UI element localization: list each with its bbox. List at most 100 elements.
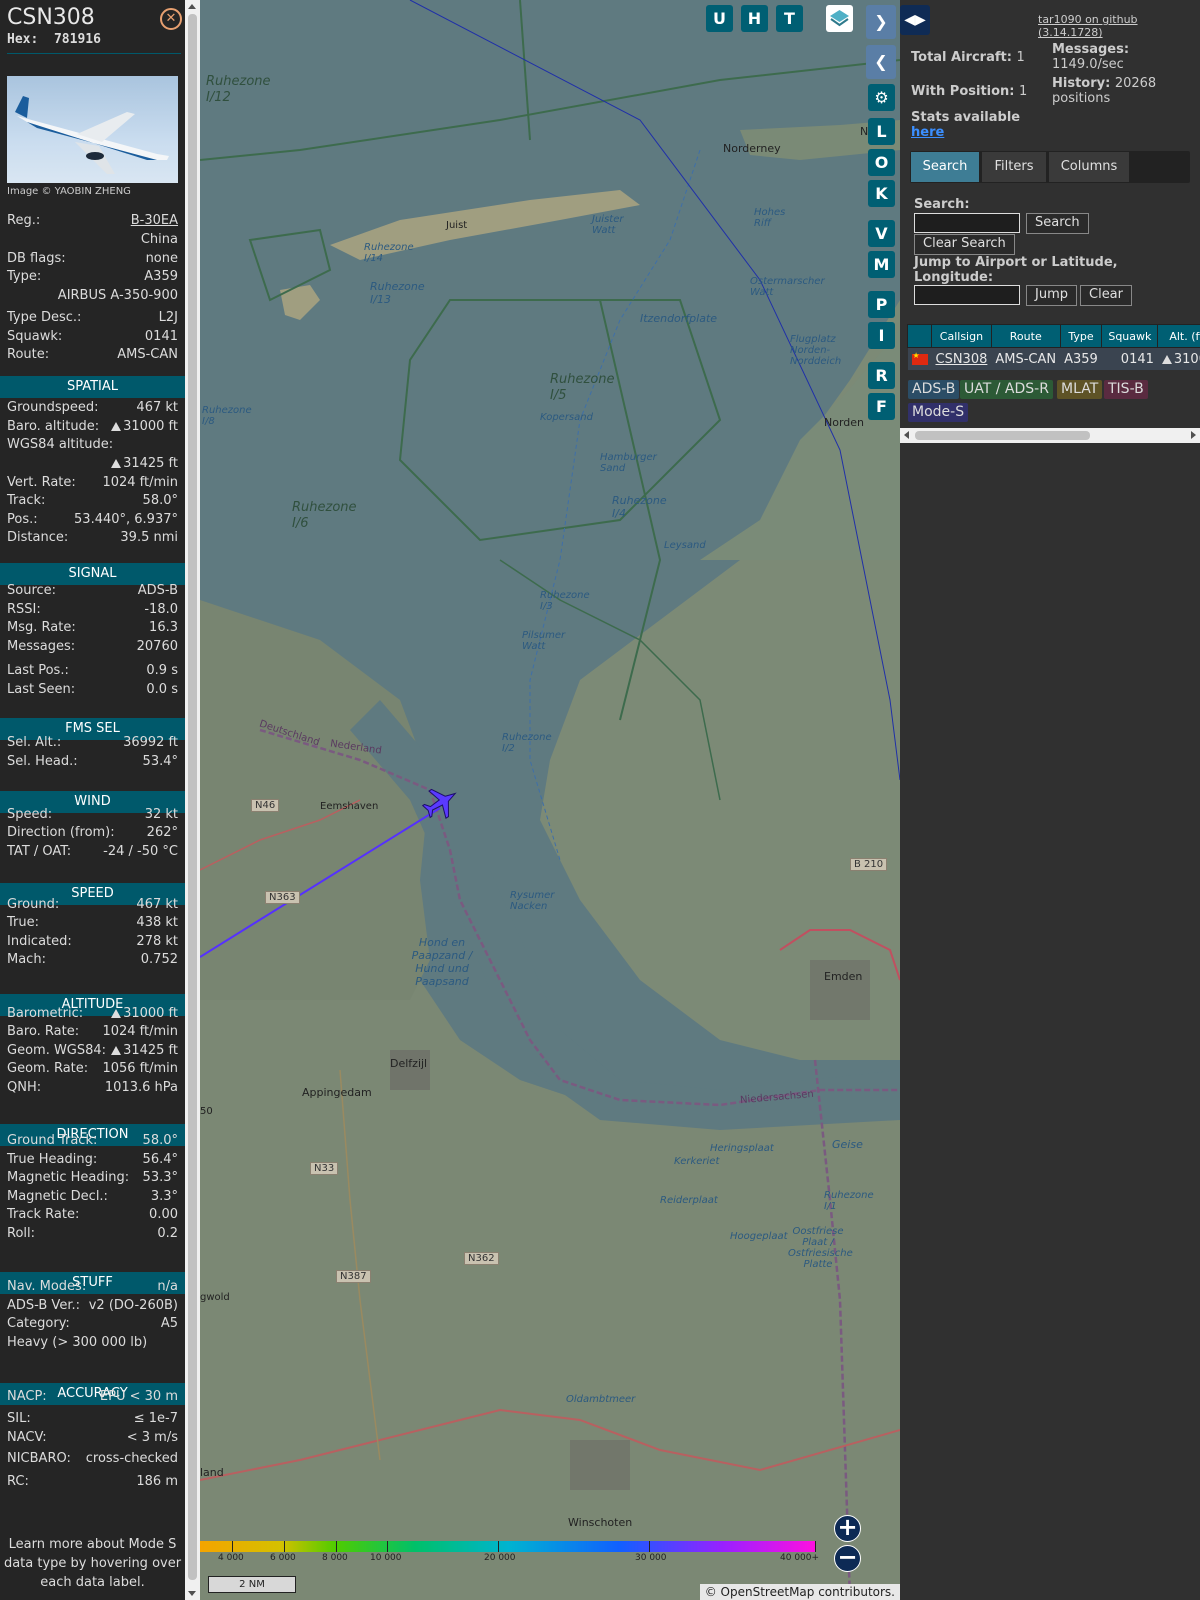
scroll-left-icon[interactable] [904, 431, 909, 439]
column-callsign[interactable]: Callsign [931, 324, 992, 348]
info-row-label[interactable]: Vert. Rate: [7, 475, 76, 490]
info-panel-scrollbar[interactable] [185, 0, 200, 1600]
info-row-label[interactable]: Msg. Rate: [7, 620, 76, 635]
map-view[interactable]: Ruhezone I/12 Ruhezone I/5 Ruhezone I/6 … [200, 0, 900, 1600]
map-button-p[interactable]: P [868, 291, 895, 318]
map-button-u[interactable]: U [706, 5, 733, 32]
info-row-label[interactable]: Heavy (> 300 000 lb) [7, 1335, 147, 1350]
info-row-label[interactable]: True: [7, 915, 39, 930]
aircraft-photo[interactable] [7, 76, 178, 183]
info-row-label[interactable]: SIL: [7, 1411, 31, 1426]
info-row-label[interactable]: Ground: [7, 897, 59, 912]
map-button-i[interactable]: I [868, 322, 895, 349]
tab-filters[interactable]: Filters [982, 152, 1046, 182]
map-button-r[interactable]: R [868, 362, 895, 389]
github-link[interactable]: tar1090 on github (3.14.1728) [1038, 13, 1200, 39]
info-row-label[interactable]: Category: [7, 1316, 70, 1331]
info-row-label[interactable]: Roll: [7, 1226, 35, 1241]
settings-gear-icon[interactable]: ⚙ [868, 84, 895, 111]
info-row-label[interactable]: Geom. Rate: [7, 1061, 88, 1076]
info-row-label[interactable]: NACV: [7, 1430, 47, 1445]
column-flag[interactable] [907, 324, 932, 348]
info-row-label[interactable]: Reg.: [7, 213, 40, 228]
info-row-label[interactable]: Sel. Head.: [7, 754, 78, 769]
info-row-label[interactable]: Last Pos.: [7, 663, 69, 678]
info-row-label[interactable]: RC: [7, 1474, 29, 1489]
info-row-label[interactable]: Mach: [7, 952, 46, 967]
info-row: China [7, 232, 178, 250]
column-type[interactable]: Type [1059, 324, 1103, 348]
scrollbar-thumb[interactable] [188, 14, 197, 1580]
info-row-label[interactable]: Speed: [7, 807, 52, 822]
info-row-value[interactable]: B-30EA [131, 213, 178, 228]
info-row-label[interactable]: Route: [7, 347, 49, 362]
scroll-right-icon[interactable] [1191, 431, 1196, 439]
map-button-o[interactable]: O [868, 149, 895, 176]
zoom-out-icon[interactable]: − [834, 1545, 861, 1572]
info-row-label[interactable]: NACP: [7, 1389, 47, 1404]
info-row-label[interactable]: Direction (from): [7, 825, 115, 840]
info-row-label[interactable]: Messages: [7, 639, 75, 654]
info-row-label[interactable]: Pos.: [7, 512, 38, 527]
column-altitude[interactable]: Alt. (ft) [1157, 324, 1200, 348]
row-callsign[interactable]: CSN308 [931, 347, 992, 370]
info-row-label[interactable]: ADS-B Ver.: [7, 1298, 80, 1313]
map-attribution[interactable]: © OpenStreetMap contributors. [699, 1584, 900, 1600]
info-row-label[interactable]: Source: [7, 583, 56, 598]
info-row-label[interactable]: Baro. Rate: [7, 1024, 79, 1039]
scrollbar-thumb[interactable] [915, 431, 1090, 440]
info-row-label[interactable]: Ground Track: [7, 1133, 97, 1148]
info-row-label[interactable]: Groundspeed: [7, 400, 98, 415]
collapse-panel-icon[interactable]: ❮ [866, 45, 896, 79]
layers-icon[interactable] [826, 5, 853, 32]
table-horizontal-scrollbar[interactable] [900, 428, 1200, 443]
info-row-label[interactable]: NICBARO: [7, 1451, 71, 1466]
scroll-up-icon[interactable] [188, 4, 196, 9]
info-row-label[interactable]: Geom. WGS84: [7, 1043, 106, 1058]
info-row-label[interactable]: Baro. altitude: [7, 419, 99, 434]
map-button-v[interactable]: V [868, 220, 895, 247]
column-route[interactable]: Route [990, 324, 1061, 348]
info-row-label[interactable]: Sel. Alt.: [7, 735, 61, 750]
map-button-f[interactable]: F [868, 393, 895, 420]
zoom-in-icon[interactable]: + [834, 1515, 861, 1542]
search-button[interactable]: Search [1026, 213, 1089, 234]
info-row-label[interactable]: Type: [7, 269, 41, 284]
column-squawk[interactable]: Squawk [1101, 324, 1159, 348]
info-row-label[interactable]: DB flags: [7, 251, 66, 266]
scroll-down-icon[interactable] [188, 1591, 196, 1596]
info-row-label[interactable]: Track: [7, 493, 45, 508]
info-row-label[interactable]: RSSI: [7, 602, 41, 617]
map-button-t[interactable]: T [776, 5, 803, 32]
info-row-label[interactable]: Barometric: [7, 1006, 83, 1021]
info-row-label[interactable]: Nav. Modes: [7, 1279, 86, 1294]
info-row-label[interactable]: TAT / OAT: [7, 844, 71, 859]
map-button-l[interactable]: L [868, 118, 895, 145]
close-icon[interactable]: ✕ [160, 8, 182, 30]
map-button-k[interactable]: K [868, 180, 895, 207]
expand-panel-icon[interactable]: ❯ [866, 5, 896, 39]
info-row-label[interactable]: Distance: [7, 530, 68, 545]
info-row-label[interactable]: Type Desc.: [7, 310, 81, 325]
tab-columns[interactable]: Columns [1049, 152, 1129, 182]
info-row-label[interactable]: True Heading: [7, 1152, 97, 1167]
info-row-label[interactable]: Magnetic Decl.: [7, 1189, 108, 1204]
toggle-sidebar-icon[interactable]: ◀▶ [900, 5, 930, 35]
info-row-label[interactable]: Squawk: [7, 329, 62, 344]
map-button-m[interactable]: M [868, 251, 895, 278]
info-row-label[interactable]: Magnetic Heading: [7, 1170, 129, 1185]
info-row-label[interactable]: QNH: [7, 1080, 41, 1095]
stats-link[interactable]: here [911, 125, 944, 140]
info-row-label[interactable]: Track Rate: [7, 1207, 79, 1222]
clear-search-button[interactable]: Clear Search [914, 234, 1015, 255]
jump-button[interactable]: Jump [1026, 285, 1077, 306]
info-row-label[interactable]: WGS84 altitude: [7, 437, 113, 452]
clear-button[interactable]: Clear [1080, 285, 1132, 306]
table-row[interactable]: CSN308 AMS-CAN A359 0141 31000 [907, 347, 1200, 370]
info-row-label[interactable]: Indicated: [7, 934, 72, 949]
map-button-h[interactable]: H [741, 5, 768, 32]
info-row-label[interactable]: Last Seen: [7, 682, 75, 697]
jump-input[interactable] [914, 285, 1020, 305]
tab-search[interactable]: Search [911, 152, 979, 182]
search-input[interactable] [914, 213, 1020, 233]
